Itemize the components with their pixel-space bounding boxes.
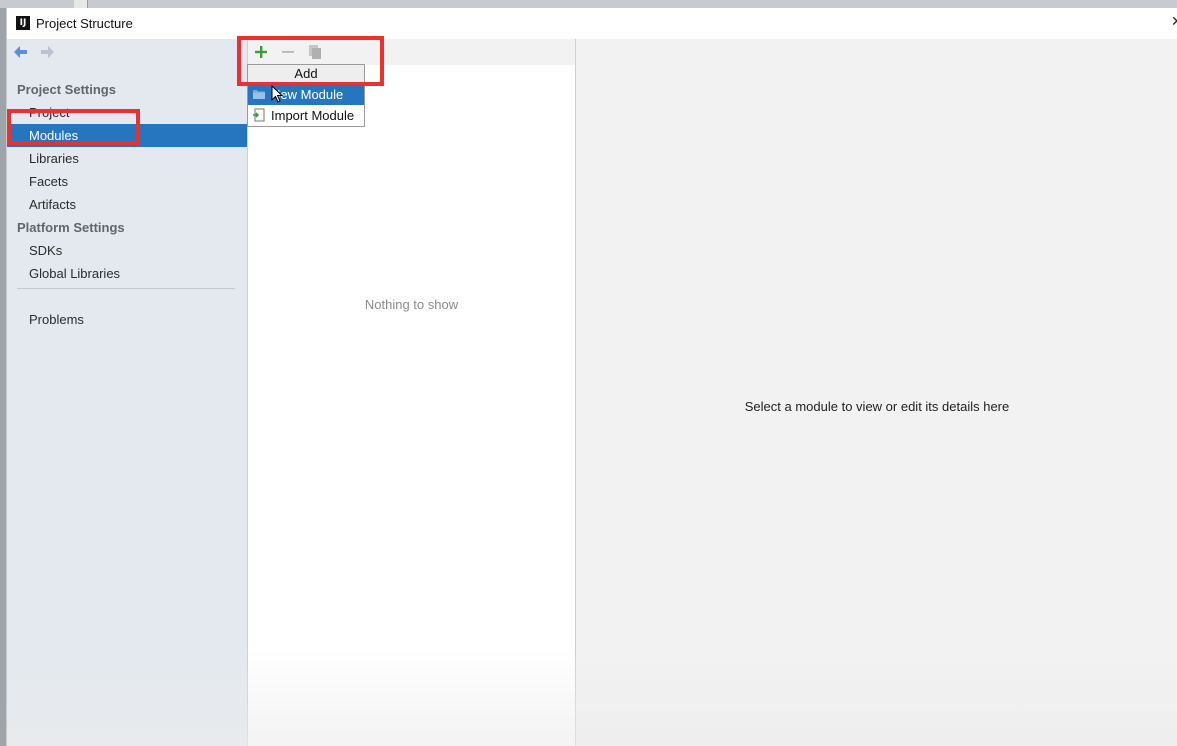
sidebar-item-artifacts[interactable]: Artifacts <box>7 193 247 216</box>
background-window-strip <box>0 0 1177 8</box>
forward-arrow-icon[interactable] <box>39 44 55 60</box>
sidebar-item-facets[interactable]: Facets <box>7 170 247 193</box>
menu-item-label: Import Module <box>271 108 355 123</box>
window-title: Project Structure <box>36 16 133 31</box>
sidebar-divider <box>17 288 235 289</box>
background-window-fragment <box>74 0 88 8</box>
add-popup-menu: New Module Import Module <box>247 84 365 127</box>
highlight-box-modules <box>7 109 140 145</box>
sidebar-item-sdks[interactable]: SDKs <box>7 239 247 262</box>
sidebar-item-problems[interactable]: Problems <box>7 308 247 331</box>
menu-item-import-module[interactable]: Import Module <box>248 105 364 126</box>
platform-settings-header: Platform Settings <box>17 220 125 235</box>
details-placeholder-text: Select a module to view or edit its deta… <box>744 399 1010 414</box>
mouse-cursor-icon <box>271 85 283 103</box>
title-bar: IJ Project Structure ✕ <box>7 8 1177 39</box>
intellij-app-icon: IJ <box>16 16 30 30</box>
modules-list-panel: Nothing to show <box>247 39 576 746</box>
module-details-panel: Select a module to view or edit its deta… <box>576 39 1177 746</box>
sidebar-item-global-libraries[interactable]: Global Libraries <box>7 262 247 285</box>
import-module-icon <box>253 108 265 122</box>
sidebar-item-libraries[interactable]: Libraries <box>7 147 247 170</box>
project-settings-header: Project Settings <box>17 82 116 97</box>
project-structure-dialog: IJ Project Structure ✕ Project Settings … <box>6 8 1177 746</box>
settings-sidebar: Project Settings Project Modules Librari… <box>7 39 247 746</box>
highlight-box-add-toolbar <box>237 36 384 86</box>
folder-icon <box>253 90 265 99</box>
empty-list-text: Nothing to show <box>364 297 459 312</box>
menu-item-new-module[interactable]: New Module <box>248 84 364 105</box>
close-button[interactable]: ✕ <box>1171 14 1177 30</box>
back-arrow-icon[interactable] <box>13 44 29 60</box>
